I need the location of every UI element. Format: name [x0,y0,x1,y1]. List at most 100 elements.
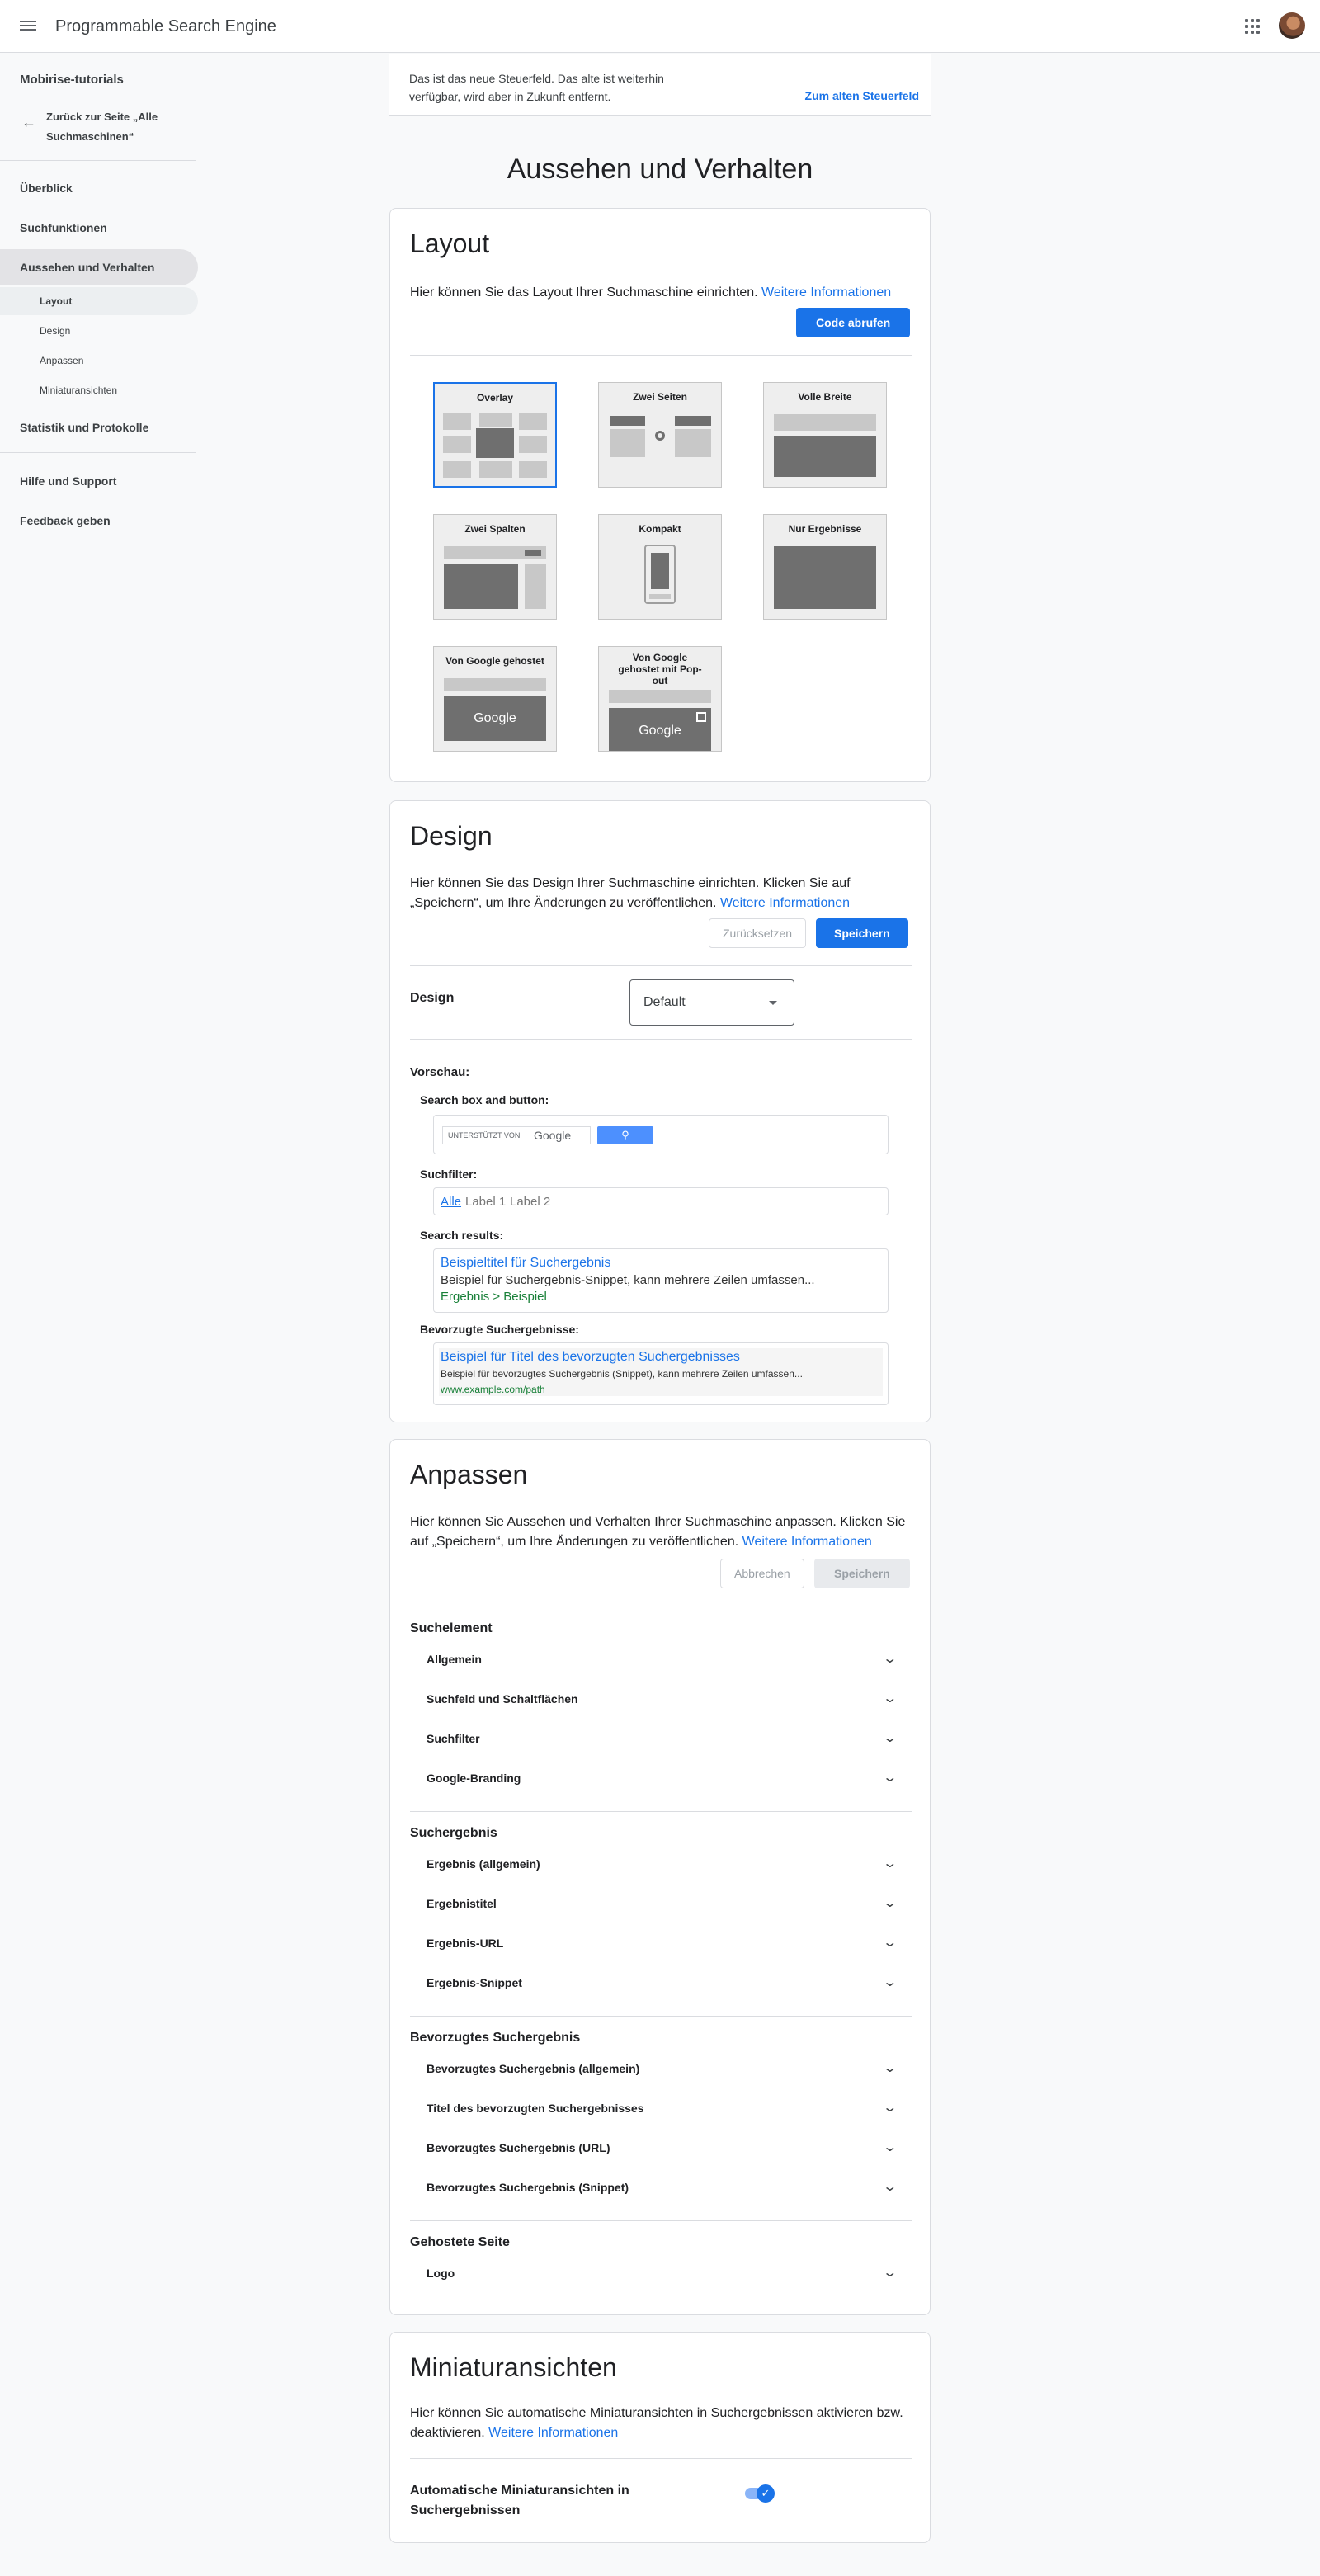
tile-block [443,413,471,430]
sidebar-project-name: Mobirise-tutorials [20,73,124,87]
divider [410,2016,912,2017]
accordion-promo-general[interactable]: Bevorzugtes Suchergebnis (allgemein) ⌄ [410,2049,912,2088]
tile-block [610,429,645,457]
accordion-google-branding[interactable]: Google-Branding ⌄ [410,1758,912,1798]
accordion-promo-url[interactable]: Bevorzugtes Suchergebnis (URL) ⌄ [410,2128,912,2168]
thumbnails-toggle[interactable]: ✓ [743,2483,775,2503]
sidebar-item-search-features[interactable]: Suchfunktionen [0,210,198,246]
back-to-all-engines-link[interactable]: ← Zurück zur Seite „Alle Suchmaschinen“ [20,106,193,147]
tile-block [675,429,711,457]
filter-tab-label-1[interactable]: Label 1 [465,1195,506,1209]
google-logo-text: Google [474,711,516,725]
check-icon: ✓ [757,2484,775,2503]
accordion-result-snippet[interactable]: Ergebnis-Snippet ⌄ [410,1963,912,2003]
accordion-label: Ergebnistitel [427,1897,497,1910]
filter-label: Suchfilter: [420,1168,478,1181]
layout-tile-google-hosted-popout[interactable]: Von Google gehostet mit Pop-out Google [598,646,722,752]
back-link-label: Zurück zur Seite „Alle Suchmaschinen“ [46,111,158,143]
sidebar-item-statistics[interactable]: Statistik und Protokolle [0,409,198,446]
tile-block [444,678,546,691]
design-theme-select[interactable]: Default [629,979,794,1026]
chevron-down-icon: ⌄ [881,2061,898,2075]
apps-grid-icon[interactable] [1245,19,1260,34]
new-console-banner: Das ist das neue Steuerfeld. Das alte is… [389,54,931,116]
layout-tile-two-column[interactable]: Zwei Spalten [433,514,557,620]
design-save-button[interactable]: Speichern [816,918,908,948]
sidebar-subitem-design[interactable]: Design [0,317,198,345]
preview-search-button[interactable]: ⚲ [597,1126,653,1144]
layout-tile-two-page[interactable]: Zwei Seiten [598,382,722,488]
sidebar-item-feedback[interactable]: Feedback geben [0,502,198,539]
sidebar-subitem-thumbnails[interactable]: Miniaturansichten [0,376,198,404]
layout-more-info-link[interactable]: Weitere Informationen [761,285,891,300]
customize-save-button[interactable]: Speichern [814,1559,910,1588]
old-console-link[interactable]: Zum alten Steuerfeld [805,89,919,102]
tile-label: Zwei Spalten [464,523,526,535]
reset-button[interactable]: Zurücksetzen [709,918,807,948]
layout-card: Layout Hier können Sie das Layout Ihrer … [389,208,931,782]
tile-block [651,553,669,589]
accordion-logo[interactable]: Logo ⌄ [410,2253,912,2293]
sidebar-item-help[interactable]: Hilfe und Support [0,463,198,499]
tile-label: Overlay [476,392,514,403]
accordion-promo-snippet[interactable]: Bevorzugtes Suchergebnis (Snippet) ⌄ [410,2168,912,2207]
open-in-new-icon [696,712,706,722]
accordion-searchbox-buttons[interactable]: Suchfeld und Schaltflächen ⌄ [410,1679,912,1719]
sidebar-subitem-customize[interactable]: Anpassen [0,347,198,375]
searchbox-preview: UNTERSTÜTZT VON Google ⚲ [433,1115,889,1154]
tile-block [479,413,512,427]
accordion-search-filter[interactable]: Suchfilter ⌄ [410,1719,912,1758]
chevron-down-icon: ⌄ [881,2101,898,2115]
design-title: Design [410,821,493,851]
layout-tile-google-hosted[interactable]: Von Google gehostet Google [433,646,557,752]
result-title[interactable]: Beispieltitel für Suchergebnis [441,1256,610,1271]
accordion-label: Titel des bevorzugten Suchergebnisses [427,2102,644,2115]
chevron-down-icon: ⌄ [881,1652,898,1666]
cancel-button[interactable]: Abbrechen [720,1559,804,1588]
tile-block [774,546,876,609]
tile-block [444,564,518,609]
accordion-result-url[interactable]: Ergebnis-URL ⌄ [410,1923,912,1963]
chevron-down-icon: ⌄ [881,1975,898,1989]
customize-more-info-link[interactable]: Weitere Informationen [742,1535,872,1549]
thumbnails-title: Miniaturansichten [410,2352,617,2382]
sidebar-item-overview[interactable]: Überblick [0,170,198,206]
layout-tile-compact[interactable]: Kompakt [598,514,722,620]
menu-icon[interactable] [20,18,36,35]
divider [410,965,912,966]
avatar[interactable] [1279,12,1305,39]
divider [410,355,912,356]
accordion-promo-title[interactable]: Titel des bevorzugten Suchergebnisses ⌄ [410,2088,912,2128]
accordion-general[interactable]: Allgemein ⌄ [410,1639,912,1679]
top-app-bar: Programmable Search Engine [0,0,1320,53]
design-more-info-link[interactable]: Weitere Informationen [720,896,850,910]
accordion-result-title[interactable]: Ergebnistitel ⌄ [410,1884,912,1923]
accordion-label: Logo [427,2267,455,2280]
thumbnails-card: Miniaturansichten Hier können Sie automa… [389,2332,931,2543]
tile-arrow-icon [655,431,665,441]
results-label: Search results: [420,1229,504,1242]
divider [410,2220,912,2221]
group-heading-hosted-page: Gehostete Seite [410,2235,510,2249]
design-card: Design Hier können Sie das Design Ihrer … [389,800,931,1422]
chevron-down-icon: ⌄ [881,1691,898,1706]
accordion-result-general[interactable]: Ergebnis (allgemein) ⌄ [410,1844,912,1884]
layout-tile-results-only[interactable]: Nur Ergebnisse [763,514,887,620]
filter-tab-all[interactable]: Alle [441,1195,461,1209]
layout-tile-overlay[interactable]: Overlay [433,382,557,488]
sidebar-subitem-layout[interactable]: Layout [0,287,198,315]
layout-desc-text: Hier können Sie das Layout Ihrer Suchmas… [410,285,758,300]
filter-tab-label-2[interactable]: Label 2 [510,1195,550,1209]
accordion-label: Ergebnis-URL [427,1937,504,1950]
result-snippet: Beispiel für Suchergebnis-Snippet, kann … [441,1273,815,1287]
sidebar-divider [0,160,196,161]
promo-title[interactable]: Beispiel für Titel des bevorzugten Suche… [441,1350,740,1365]
preview-search-input[interactable]: UNTERSTÜTZT VON Google [442,1126,591,1144]
app-title: Programmable Search Engine [55,17,276,35]
google-logo-text: Google [534,1129,572,1142]
accordion-label: Bevorzugtes Suchergebnis (allgemein) [427,2062,640,2075]
thumbnails-more-info-link[interactable]: Weitere Informationen [488,2426,618,2440]
get-code-button[interactable]: Code abrufen [796,308,911,337]
layout-tile-full-width[interactable]: Volle Breite [763,382,887,488]
sidebar-item-look-and-feel[interactable]: Aussehen und Verhalten [0,249,198,285]
